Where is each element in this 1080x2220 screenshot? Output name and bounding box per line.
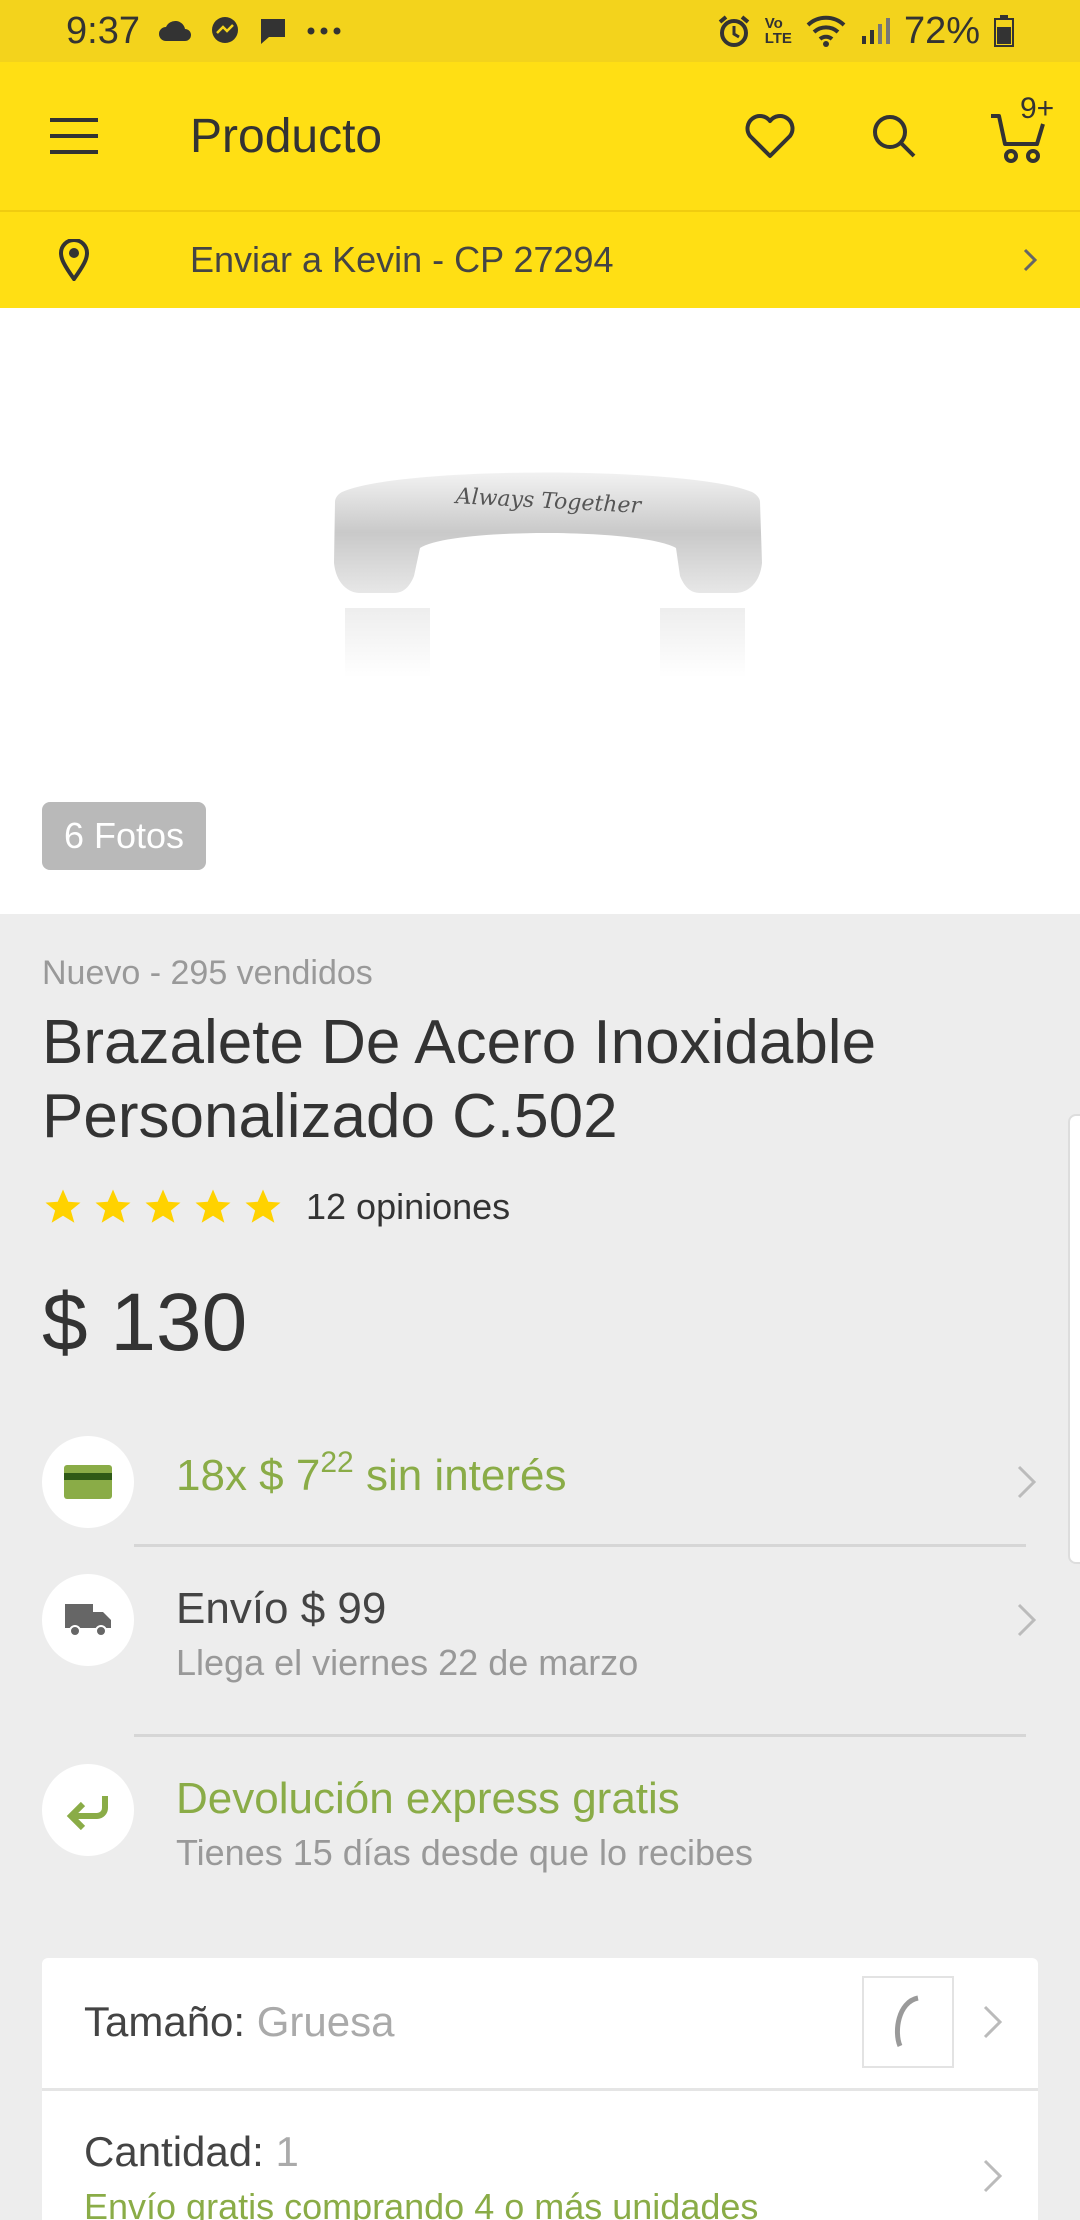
chat-icon [260,19,285,44]
volte-top: Vo [764,15,783,32]
truck-icon [65,1604,111,1637]
quantity-value: 1 [275,2128,299,2175]
installments-cents: 22 [320,1446,354,1479]
more-notifications-icon [307,27,341,35]
star-icon [195,1189,231,1223]
shipping-address-text: Enviar a Kevin - CP 27294 [190,239,614,280]
installments-suffix: sin interés [365,1451,567,1500]
search-icon [873,115,916,158]
battery-icon [994,15,1014,47]
returns-icon-circle [42,1764,134,1856]
location-pin-icon [58,239,90,281]
size-value: Gruesa [256,1998,395,2045]
signal-icon [861,18,890,44]
chevron-right-icon [1023,248,1038,272]
size-thumbnail [862,1976,954,2068]
chevron-right-icon [1017,1465,1037,1499]
alarm-icon [718,15,749,47]
chevron-right-icon [983,2005,1003,2039]
rating-stars [42,1186,284,1228]
free-shipping-note: Envío gratis comprando 4 o más unidades [84,2186,759,2220]
returns-title: Devolución express gratis [176,1774,680,1823]
search-button[interactable] [832,62,956,210]
hamburger-icon [50,118,98,154]
favorite-button[interactable] [708,62,832,210]
battery-percent: 72% [903,9,980,52]
photos-count-badge[interactable]: 6 Fotos [42,802,207,870]
shipping-row[interactable]: Envío $ 99 Llega el viernes 22 de marzo [0,1562,1080,1742]
product-gallery[interactable]: Always Together 6 Fotos [0,308,1080,914]
volte-icon: Vo LTE [765,16,792,46]
menu-button[interactable] [0,62,148,210]
shipping-cost: Envío $ 99 [176,1584,387,1633]
wifi-icon [806,15,846,47]
size-label: Tamaño: [84,1998,246,2045]
scroll-handle[interactable] [1068,1114,1080,1564]
page-title: Producto [190,109,383,163]
cloud-icon [158,20,191,41]
divider [134,1544,1026,1547]
installments-icon-circle [42,1436,134,1528]
star-icon [45,1189,81,1223]
shipping-icon-circle [42,1574,134,1666]
quantity-text: Cantidad: 1 [84,2128,299,2176]
return-arrow-icon [66,1796,108,1830]
star-icon [245,1189,281,1223]
volte-bottom: LTE [764,30,792,47]
star-icon [95,1189,131,1223]
shipping-arrival: Llega el viernes 22 de marzo [176,1642,639,1683]
installments-amount: 18x $ 7 [176,1451,321,1500]
quantity-label: Cantidad: [84,2128,264,2175]
shipping-address-bar[interactable]: Enviar a Kevin - CP 27294 [0,210,1080,308]
app-bar: Producto 9+ [0,62,1080,210]
messenger-icon [211,17,238,43]
heart-icon [745,114,795,158]
status-time: 9:37 [66,9,140,52]
chevron-right-icon [1017,1603,1037,1637]
rating-row[interactable]: 12 opiniones [42,1186,510,1228]
credit-card-icon [64,1465,112,1499]
bracelet-thumbnail-icon [895,1995,919,2047]
installments-text: 18x $ 722 sin interés [176,1446,567,1501]
size-text: Tamaño: Gruesa [84,1998,395,2046]
price: $ 130 [42,1277,248,1368]
returns-row[interactable]: Devolución express gratis Tienes 15 días… [0,1752,1080,1902]
cart-button[interactable]: 9+ [956,62,1080,210]
chevron-right-icon [983,2159,1003,2193]
product-image: Always Together [334,472,762,678]
reviews-count: 12 opiniones [306,1186,511,1227]
returns-subtitle: Tienes 15 días desde que lo recibes [176,1832,754,1873]
status-bar: 9:37 Vo LTE 72% [0,0,1080,62]
star-icon [145,1189,181,1223]
cart-count-badge: 9+ [1020,92,1055,125]
product-title: Brazalete De Acero Inoxidable Personaliz… [42,1008,877,1151]
condition-sold: Nuevo - 295 vendidos [42,954,373,992]
options-card: Tamaño: Gruesa Cantidad: 1 Envío gratis … [42,1958,1038,2220]
divider [134,1734,1026,1737]
divider [42,2088,1038,2091]
installments-row[interactable]: 18x $ 722 sin interés [0,1424,1080,1564]
